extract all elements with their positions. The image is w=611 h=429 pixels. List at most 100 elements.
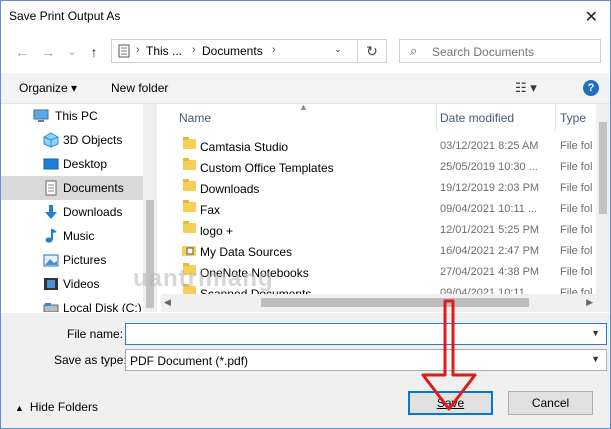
file-type: File fol xyxy=(560,266,593,278)
column-date-modified[interactable]: Date modified xyxy=(440,111,514,125)
sidebar-item-downloads[interactable]: Downloads xyxy=(1,200,143,224)
vertical-scroll-thumb[interactable] xyxy=(599,122,607,214)
sidebar-item-label: Local Disk (C:) xyxy=(63,301,142,312)
file-type: File fol xyxy=(560,224,593,236)
file-row[interactable]: My Data Sources 16/04/2021 2:47 PM File … xyxy=(161,241,596,262)
horizontal-scroll-thumb[interactable] xyxy=(261,298,529,307)
file-name-label: File name: xyxy=(67,327,124,341)
file-name: logo + xyxy=(200,224,234,238)
dialog-footer: ▲ Hide Folders Save Cancel xyxy=(1,373,610,428)
search-input[interactable] xyxy=(430,42,599,62)
refresh-icon[interactable]: ↻ xyxy=(357,40,386,62)
folder-icon xyxy=(183,200,196,212)
search-box[interactable]: ⌕ xyxy=(399,39,601,63)
music-icon xyxy=(45,229,57,243)
download-icon xyxy=(45,205,57,219)
title-bar: Save Print Output As ✕ xyxy=(1,1,610,31)
disk-icon xyxy=(43,303,59,312)
sidebar-item-documents[interactable]: Documents xyxy=(1,176,143,200)
sidebar-item-this-pc[interactable]: This PC xyxy=(1,104,143,128)
column-divider[interactable] xyxy=(436,104,437,131)
file-row[interactable]: Custom Office Templates 25/05/2019 10:30… xyxy=(161,157,596,178)
command-bar: Organize ▾ New folder ☷ ▾ ? xyxy=(1,73,610,104)
chevron-up-icon: ▲ xyxy=(15,403,24,413)
column-name[interactable]: Name xyxy=(179,111,211,125)
up-arrow-icon[interactable]: ↑ xyxy=(85,43,103,61)
sidebar-item-3d-objects[interactable]: 3D Objects xyxy=(1,128,143,152)
sidebar-item-local-disk[interactable]: Local Disk (C:) xyxy=(1,296,143,312)
hide-folders-label: Hide Folders xyxy=(29,400,98,414)
sidebar-item-label: This PC xyxy=(55,109,98,123)
new-folder-button[interactable]: New folder xyxy=(111,81,168,95)
save-as-type-label: Save as type: xyxy=(54,353,127,367)
file-row[interactable]: Fax 09/04/2021 10:11 ... File fol xyxy=(161,199,596,220)
save-as-type-select[interactable]: PDF Document (*.pdf) ▼ xyxy=(125,349,607,371)
file-name: Fax xyxy=(200,203,221,217)
save-label: Save xyxy=(436,396,465,410)
close-icon[interactable]: ✕ xyxy=(585,7,598,27)
address-separator: › xyxy=(192,44,196,56)
file-name: Downloads xyxy=(200,182,260,196)
save-button[interactable]: Save xyxy=(408,391,493,415)
chevron-down-icon[interactable]: ▼ xyxy=(591,354,600,364)
organize-button[interactable]: Organize ▾ xyxy=(19,81,77,95)
file-type: File fol xyxy=(560,203,593,215)
sidebar-item-videos[interactable]: Videos xyxy=(1,272,143,296)
save-as-type-value: PDF Document (*.pdf) xyxy=(130,354,249,368)
file-type: File fol xyxy=(560,161,593,173)
file-type: File fol xyxy=(560,140,593,152)
sidebar-item-label: Videos xyxy=(63,277,100,291)
address-separator: › xyxy=(272,44,276,56)
file-name: Custom Office Templates xyxy=(200,161,334,175)
scroll-left-icon[interactable]: ◀ xyxy=(164,297,171,308)
file-name: My Data Sources xyxy=(200,245,293,259)
file-row[interactable]: Camtasia Studio 03/12/2021 8:25 AM File … xyxy=(161,136,596,157)
file-row[interactable]: Downloads 19/12/2019 2:03 PM File fol xyxy=(161,178,596,199)
recent-locations-icon[interactable]: ⌄ xyxy=(63,43,81,61)
back-arrow-icon[interactable]: ← xyxy=(13,43,31,61)
folder-icon xyxy=(183,179,196,191)
column-divider[interactable] xyxy=(555,104,556,131)
folder-location-icon xyxy=(118,44,130,58)
scroll-right-icon[interactable]: ▶ xyxy=(586,297,593,308)
file-type: File fol xyxy=(560,182,593,194)
cube-icon xyxy=(43,132,59,148)
sort-ascending-icon: ▲ xyxy=(299,104,308,112)
forward-arrow-icon[interactable]: → xyxy=(39,43,57,61)
save-dialog: Save Print Output As ✕ ← → ⌄ ↑ › This ..… xyxy=(0,0,611,429)
sidebar-item-label: Downloads xyxy=(63,205,123,219)
column-header: ▲ Name Date modified Type xyxy=(161,104,610,131)
desktop-icon xyxy=(43,158,59,170)
file-list-vertical-scrollbar[interactable] xyxy=(596,104,610,312)
file-list-horizontal-scrollbar[interactable]: ◀ ▶ xyxy=(161,294,596,312)
hide-folders-button[interactable]: ▲ Hide Folders xyxy=(15,400,98,414)
address-segment-this-pc[interactable]: This ... xyxy=(146,44,182,58)
file-date: 03/12/2021 8:25 AM xyxy=(440,140,539,152)
folder-icon xyxy=(183,158,196,170)
address-bar[interactable]: › This ... › Documents › ⌄ ↻ xyxy=(111,39,387,63)
sidebar-item-pictures[interactable]: Pictures xyxy=(1,248,143,272)
view-options-icon[interactable]: ☷ ▾ xyxy=(515,80,537,96)
address-separator: › xyxy=(136,44,140,56)
file-date: 19/12/2019 2:03 PM xyxy=(440,182,540,194)
file-date: 16/04/2021 2:47 PM xyxy=(440,245,540,257)
address-segment-documents[interactable]: Documents xyxy=(202,44,263,58)
sidebar-item-label: Pictures xyxy=(63,253,107,267)
sidebar-item-desktop[interactable]: Desktop xyxy=(1,152,143,176)
chevron-down-icon[interactable]: ▼ xyxy=(591,328,600,338)
help-icon[interactable]: ? xyxy=(583,80,599,96)
cancel-button[interactable]: Cancel xyxy=(508,391,593,415)
column-type[interactable]: Type xyxy=(560,111,586,125)
file-date: 27/04/2021 4:38 PM xyxy=(440,266,540,278)
pictures-icon xyxy=(43,254,59,267)
file-name-field[interactable]: ▼ xyxy=(125,323,607,345)
sidebar-item-label: Documents xyxy=(63,181,124,195)
save-form: File name: ▼ Save as type: PDF Document … xyxy=(1,313,610,373)
address-dropdown-icon[interactable]: ⌄ xyxy=(334,44,342,55)
folder-icon xyxy=(183,221,196,233)
sidebar-item-music[interactable]: Music xyxy=(1,224,143,248)
file-date: 12/01/2021 5:25 PM xyxy=(440,224,540,236)
search-icon: ⌕ xyxy=(410,43,418,58)
navigation-bar: ← → ⌄ ↑ › This ... › Documents › ⌄ ↻ ⌕ xyxy=(1,31,610,71)
file-row[interactable]: logo + 12/01/2021 5:25 PM File fol xyxy=(161,220,596,241)
